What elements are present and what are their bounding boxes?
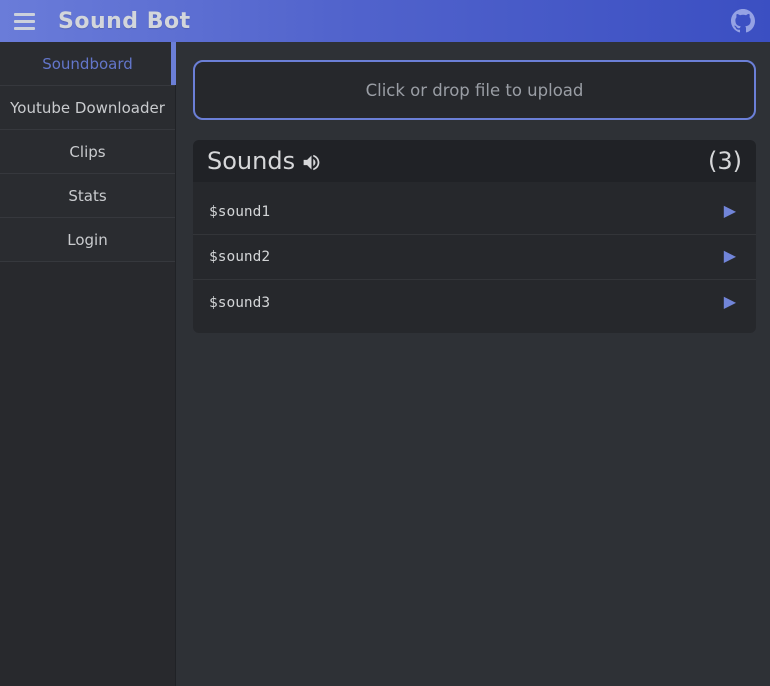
sounds-panel: Sounds (3) $sound1 ▶ $sound2 ▶ xyxy=(193,140,756,333)
play-button[interactable]: ▶ xyxy=(720,202,740,222)
sounds-list: $sound1 ▶ $sound2 ▶ $sound3 ▶ xyxy=(193,182,756,333)
sound-name: $sound2 xyxy=(209,249,270,265)
sounds-panel-title: Sounds xyxy=(207,147,295,175)
sidebar: Soundboard Youtube Downloader Clips Stat… xyxy=(0,42,176,686)
sound-list-item: $sound2 ▶ xyxy=(193,235,756,280)
menu-toggle-button[interactable] xyxy=(10,6,40,36)
app-title: Sound Bot xyxy=(58,9,191,34)
sounds-panel-title-group: Sounds xyxy=(207,147,322,175)
sound-name: $sound3 xyxy=(209,295,270,311)
play-button[interactable]: ▶ xyxy=(720,247,740,267)
sidebar-item-clips[interactable]: Clips xyxy=(0,130,175,174)
sounds-count-badge: (3) xyxy=(708,147,742,175)
sidebar-item-login[interactable]: Login xyxy=(0,218,175,262)
file-upload-dropzone[interactable]: Click or drop file to upload xyxy=(193,60,756,120)
sidebar-item-youtube-downloader[interactable]: Youtube Downloader xyxy=(0,86,175,130)
sidebar-item-stats[interactable]: Stats xyxy=(0,174,175,218)
sound-list-item: $sound1 ▶ xyxy=(193,190,756,235)
sound-name: $sound1 xyxy=(209,204,270,220)
main-content: Click or drop file to upload Sounds (3) … xyxy=(176,42,770,686)
top-header: Sound Bot xyxy=(0,0,770,42)
volume-up-icon xyxy=(301,149,322,173)
play-button[interactable]: ▶ xyxy=(720,293,740,313)
sidebar-item-soundboard[interactable]: Soundboard xyxy=(0,42,175,86)
github-icon xyxy=(731,9,755,33)
github-link[interactable] xyxy=(730,8,756,34)
page-layout: Soundboard Youtube Downloader Clips Stat… xyxy=(0,42,770,686)
sounds-panel-header: Sounds (3) xyxy=(193,140,756,182)
sound-list-item: $sound3 ▶ xyxy=(193,280,756,325)
hamburger-icon xyxy=(14,13,35,16)
